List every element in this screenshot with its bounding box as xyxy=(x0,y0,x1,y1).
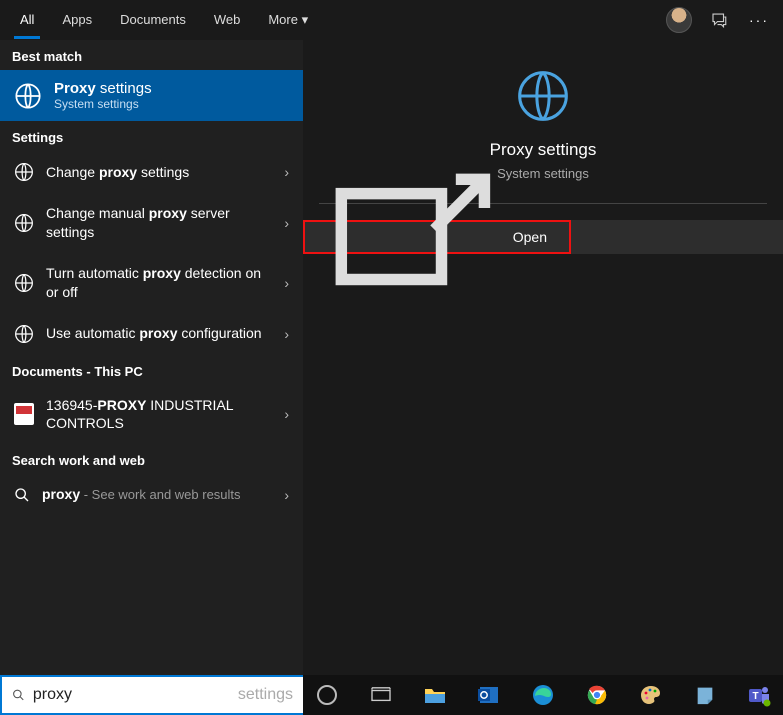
teams-icon[interactable]: T xyxy=(745,681,773,709)
settings-result-auto-config[interactable]: Use automatic proxy configuration › xyxy=(0,313,303,355)
result-label: 136945-PROXY INDUSTRIAL CONTROLS xyxy=(46,396,289,434)
settings-result-auto-detection[interactable]: Turn automatic proxy detection on or off… xyxy=(0,253,303,313)
document-result[interactable]: 136945-PROXY INDUSTRIAL CONTROLS › xyxy=(0,385,303,445)
paint-icon[interactable] xyxy=(637,681,665,709)
search-input[interactable] xyxy=(33,686,240,704)
open-icon xyxy=(327,165,499,308)
preview-subtitle: System settings xyxy=(497,166,589,181)
best-match-result[interactable]: Proxy settings System settings xyxy=(0,70,303,121)
web-result[interactable]: proxy - See work and web results › xyxy=(0,474,303,515)
taskbar: T xyxy=(303,675,783,715)
file-explorer-icon[interactable] xyxy=(421,681,449,709)
result-label: Use automatic proxy configuration xyxy=(46,324,289,343)
search-results-panel: Best match Proxy settings System setting… xyxy=(0,40,303,715)
chevron-right-icon: › xyxy=(284,164,289,180)
settings-result-change-proxy[interactable]: Change proxy settings › xyxy=(0,151,303,193)
result-label: proxy - See work and web results xyxy=(42,485,289,504)
section-web: Search work and web xyxy=(0,444,303,474)
tab-documents[interactable]: Documents xyxy=(108,2,198,38)
header: All Apps Documents Web More ▾ ··· xyxy=(0,0,783,40)
chevron-right-icon: › xyxy=(284,326,289,342)
tab-apps[interactable]: Apps xyxy=(50,2,104,38)
search-scope-tabs: All Apps Documents Web More ▾ xyxy=(8,2,320,38)
tab-all[interactable]: All xyxy=(8,2,46,38)
result-label: Turn automatic proxy detection on or off xyxy=(46,264,289,302)
feedback-icon[interactable] xyxy=(703,4,735,36)
result-label: Change manual proxy server settings xyxy=(46,204,289,242)
search-box[interactable]: settings xyxy=(0,675,303,715)
result-label: Change proxy settings xyxy=(46,163,289,182)
search-suggestion: settings xyxy=(238,686,293,704)
open-label: Open xyxy=(513,229,547,245)
cortana-icon[interactable] xyxy=(313,681,341,709)
preview-title: Proxy settings xyxy=(490,140,597,160)
globe-icon xyxy=(515,68,571,124)
user-avatar[interactable] xyxy=(663,4,695,36)
chevron-right-icon: › xyxy=(284,406,289,422)
search-icon xyxy=(14,487,30,503)
best-match-subtitle: System settings xyxy=(54,97,152,111)
chevron-right-icon: › xyxy=(284,487,289,503)
svg-text:T: T xyxy=(752,691,758,702)
outlook-icon[interactable] xyxy=(475,681,503,709)
tab-web[interactable]: Web xyxy=(202,2,253,38)
globe-icon xyxy=(14,213,34,233)
search-icon xyxy=(12,686,25,704)
best-match-title: Proxy settings xyxy=(54,80,152,97)
tab-more[interactable]: More ▾ xyxy=(256,2,320,38)
chrome-icon[interactable] xyxy=(583,681,611,709)
chevron-down-icon: ▾ xyxy=(302,12,309,27)
edge-icon[interactable] xyxy=(529,681,557,709)
more-options-icon[interactable]: ··· xyxy=(743,4,775,36)
section-documents: Documents - This PC xyxy=(0,355,303,385)
globe-icon xyxy=(14,273,34,293)
open-action[interactable]: Open xyxy=(303,220,571,254)
preview-panel: Proxy settings System settings Open xyxy=(303,40,783,715)
settings-result-manual-proxy[interactable]: Change manual proxy server settings › xyxy=(0,193,303,253)
globe-icon xyxy=(14,162,34,182)
chevron-right-icon: › xyxy=(284,215,289,231)
globe-icon xyxy=(14,82,42,110)
chevron-right-icon: › xyxy=(284,275,289,291)
sticky-notes-icon[interactable] xyxy=(691,681,719,709)
section-best-match: Best match xyxy=(0,40,303,70)
action-row: Open xyxy=(303,220,783,254)
globe-icon xyxy=(14,324,34,344)
task-view-icon[interactable] xyxy=(367,681,395,709)
section-settings: Settings xyxy=(0,121,303,151)
pdf-icon xyxy=(14,403,34,425)
